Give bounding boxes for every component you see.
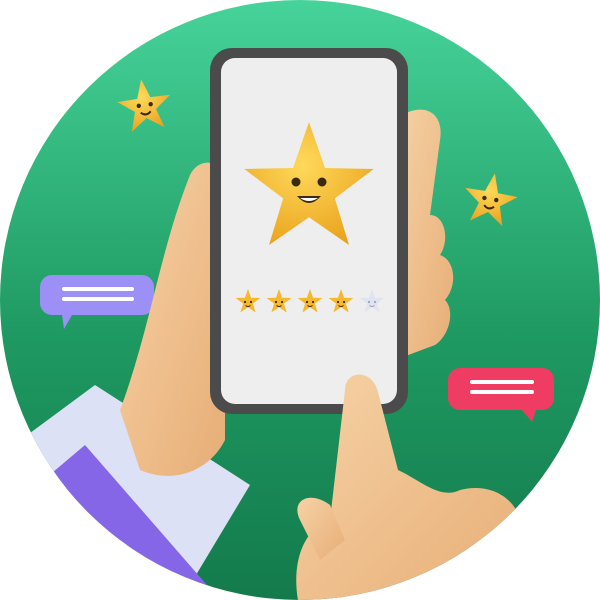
review-illustration [0,0,600,600]
phone [210,48,408,414]
illustration-canvas [0,0,600,600]
phone-screen [221,58,397,404]
